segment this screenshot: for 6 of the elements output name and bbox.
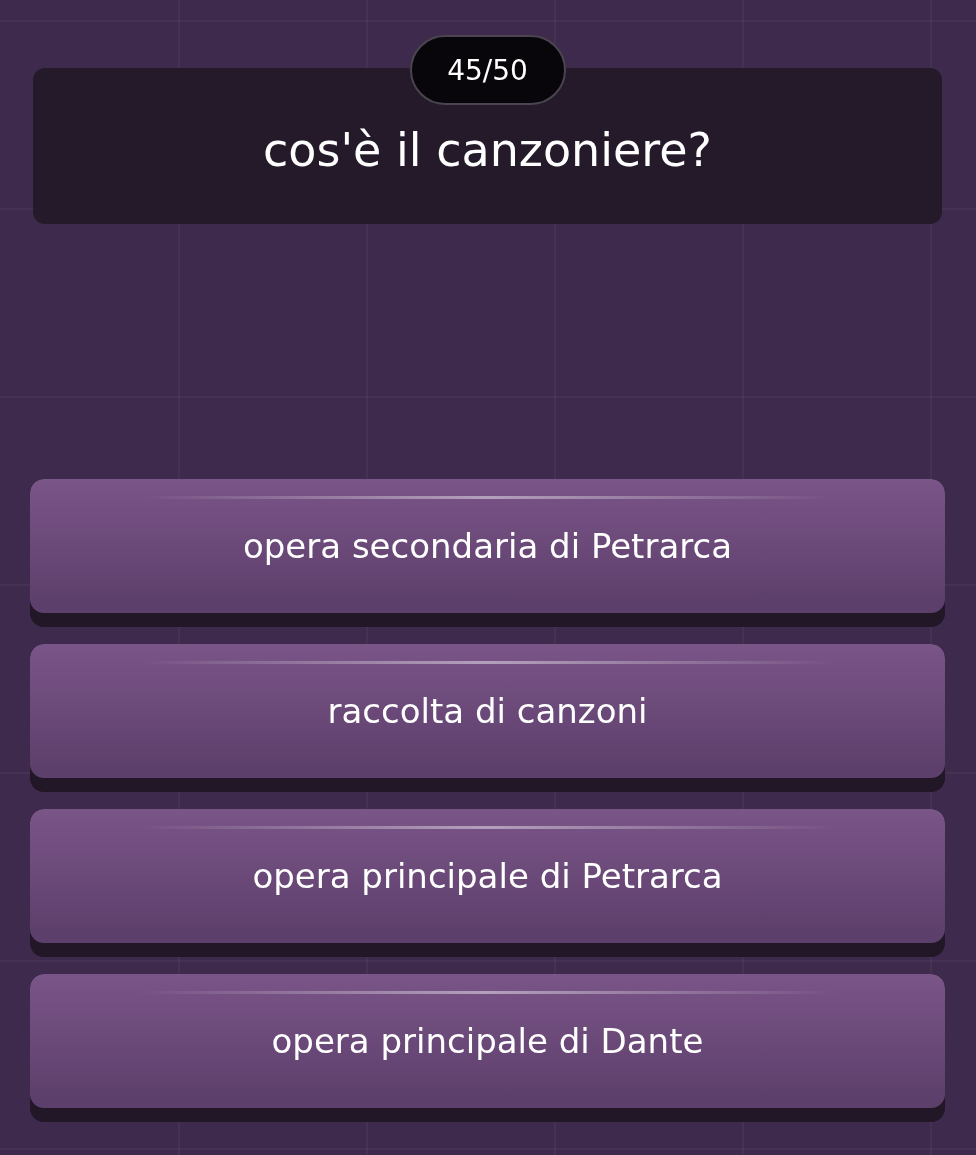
answer-button[interactable]: opera principale di Petrarca: [30, 809, 945, 957]
answer-button[interactable]: raccolta di canzoni: [30, 644, 945, 792]
answer-button[interactable]: opera principale di Dante: [30, 974, 945, 1122]
question-text: cos'è il canzoniere?: [263, 123, 712, 177]
question-counter: 45/50: [409, 35, 566, 105]
answer-button[interactable]: opera secondaria di Petrarca: [30, 479, 945, 627]
